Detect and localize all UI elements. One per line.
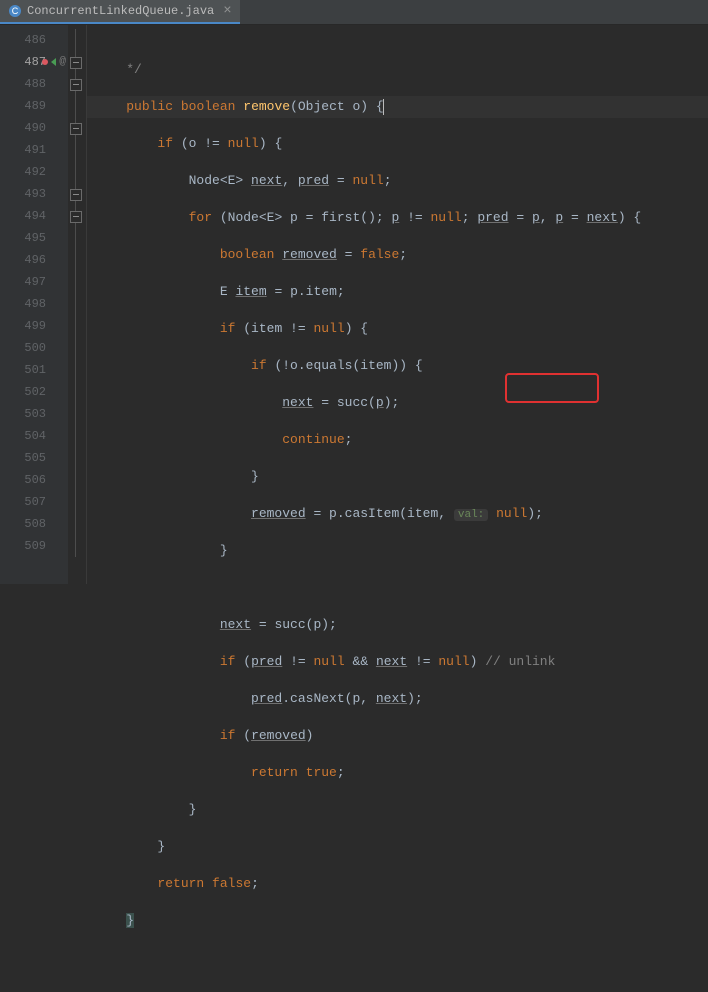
code-line: if (!o.equals(item)) { — [87, 355, 708, 377]
code-line: next = succ(p); — [87, 392, 708, 414]
code-line: pred.casNext(p, next); — [87, 688, 708, 710]
code-line: return true; — [87, 762, 708, 784]
code-line: } — [87, 540, 708, 562]
code-line: if (removed) — [87, 725, 708, 747]
code-line: } — [87, 466, 708, 488]
code-line: removed = p.casItem(item, val: null); — [87, 503, 708, 525]
code-line: E item = p.item; — [87, 281, 708, 303]
code-line: return false; — [87, 873, 708, 895]
java-class-icon: C — [8, 4, 22, 18]
caret — [383, 99, 384, 115]
code-line: if (o != null) { — [87, 133, 708, 155]
code-line: */ — [87, 59, 708, 81]
code-line — [87, 577, 708, 599]
code-line: } — [87, 799, 708, 821]
code-line: for (Node<E> p = first(); p != null; pre… — [87, 207, 708, 229]
editor-tab[interactable]: C ConcurrentLinkedQueue.java × — [0, 0, 240, 24]
code-line: next = succ(p); — [87, 614, 708, 636]
code-line: boolean removed = false; — [87, 244, 708, 266]
code-line: public boolean remove(Object o) { — [87, 96, 708, 118]
close-icon[interactable]: × — [223, 4, 231, 18]
code-line: if (pred != null && next != null) // unl… — [87, 651, 708, 673]
tab-filename: ConcurrentLinkedQueue.java — [27, 4, 214, 18]
code-line: continue; — [87, 429, 708, 451]
code-line: } — [87, 836, 708, 858]
fold-column — [68, 25, 87, 584]
tab-bar: C ConcurrentLinkedQueue.java × — [0, 0, 708, 25]
code-line: } — [87, 910, 708, 932]
code-line: if (item != null) { — [87, 318, 708, 340]
line-number-gutter: 486487@488489490491492493494495496497498… — [0, 25, 68, 584]
svg-text:C: C — [12, 6, 19, 16]
code-area[interactable]: */ public boolean remove(Object o) { if … — [87, 25, 708, 584]
code-editor[interactable]: 486487@488489490491492493494495496497498… — [0, 25, 708, 584]
code-line: Node<E> next, pred = null; — [87, 170, 708, 192]
